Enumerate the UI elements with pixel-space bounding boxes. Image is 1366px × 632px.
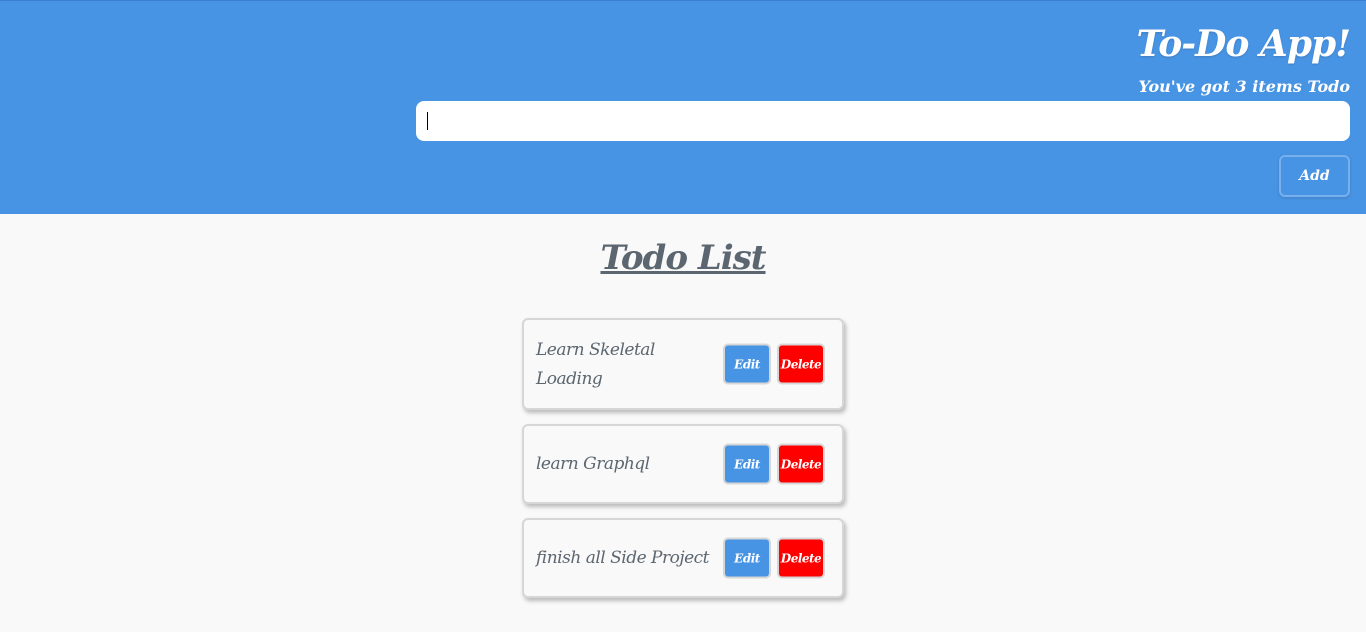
text-caret bbox=[427, 112, 428, 130]
app-title: To-Do App! bbox=[1136, 23, 1351, 65]
edit-button[interactable]: Edit bbox=[723, 537, 771, 579]
delete-button[interactable]: Delete bbox=[777, 537, 825, 579]
item-count-subtitle: You've got 3 items Todo bbox=[1138, 77, 1350, 96]
delete-button[interactable]: Delete bbox=[777, 343, 825, 385]
todo-input[interactable] bbox=[416, 101, 1350, 141]
todo-item: finish all Side Project Edit Delete bbox=[522, 518, 844, 598]
todo-item-text: Learn Skeletal Loading bbox=[536, 340, 655, 389]
todo-item-text: learn Graphql bbox=[536, 454, 650, 474]
todo-item: learn Graphql Edit Delete bbox=[522, 424, 844, 504]
list-title: Todo List bbox=[600, 238, 766, 278]
add-button[interactable]: Add bbox=[1279, 155, 1350, 197]
delete-button[interactable]: Delete bbox=[777, 443, 825, 485]
todo-item: Learn Skeletal Loading Edit Delete bbox=[522, 318, 844, 410]
edit-button[interactable]: Edit bbox=[723, 343, 771, 385]
edit-button[interactable]: Edit bbox=[723, 443, 771, 485]
todo-item-text: finish all Side Project bbox=[536, 548, 710, 568]
